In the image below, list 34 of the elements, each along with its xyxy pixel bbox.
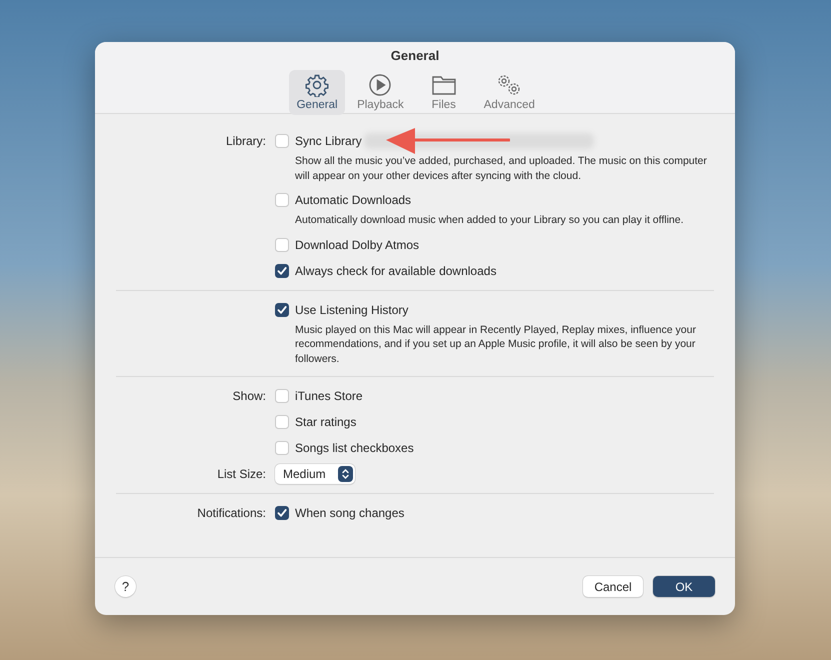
gear-icon	[305, 73, 330, 97]
section-label: Show:	[232, 388, 266, 405]
option-description: Automatically download music when added to your Library so you can play it offline.	[295, 213, 685, 228]
updown-chevron-icon	[340, 468, 350, 480]
checkbox[interactable]	[275, 302, 289, 316]
section-label: Notifications:	[196, 505, 266, 522]
toolbar-tab[interactable]: Files	[416, 70, 472, 115]
option-description: Show all the music you’ve added, purchased, and uploaded. The music on this computer will appear on your other devices after syncing with the cloud.	[295, 154, 708, 183]
checkbox[interactable]	[275, 506, 289, 520]
checkbox-label: When song changes	[295, 506, 404, 520]
play-icon	[368, 73, 392, 97]
ok-button[interactable]: OK	[653, 576, 715, 597]
toolbar-tab[interactable]: Advanced	[478, 70, 541, 115]
checkbox-label: Sync Library	[295, 134, 362, 148]
help-button[interactable]: ?	[115, 576, 136, 597]
checkbox-label: Download Dolby Atmos	[295, 238, 420, 252]
checkbox[interactable]	[275, 264, 289, 278]
checkbox-label: Star ratings	[295, 415, 356, 429]
toolbar-tab[interactable]: Playback	[351, 70, 410, 115]
checkmark-icon	[277, 304, 287, 314]
checkbox-label: Always check for available downloads	[295, 264, 496, 278]
checkbox-label: Songs list checkboxes	[295, 441, 414, 455]
checkbox-label: iTunes Store	[295, 389, 363, 403]
toolbar-tab[interactable]: General	[289, 70, 346, 115]
checkmark-icon	[277, 266, 287, 276]
checkbox-label: Use Listening History	[295, 302, 408, 316]
cancel-button[interactable]: Cancel	[583, 576, 643, 597]
section-label: Library:	[224, 133, 266, 150]
option-description: Music played on this Mac will appear in Recently Played, Replay mixes, influence your recommendations, and if you set up an Apple Music profile, it will also be seen by your followers.	[295, 322, 697, 366]
checkbox-label: Automatic Downloads	[295, 193, 412, 207]
list-size-label: List Size:	[216, 466, 266, 483]
checkmark-icon	[277, 508, 287, 518]
list-size-popup[interactable]: Medium	[275, 464, 355, 484]
window-title: General	[390, 48, 440, 64]
